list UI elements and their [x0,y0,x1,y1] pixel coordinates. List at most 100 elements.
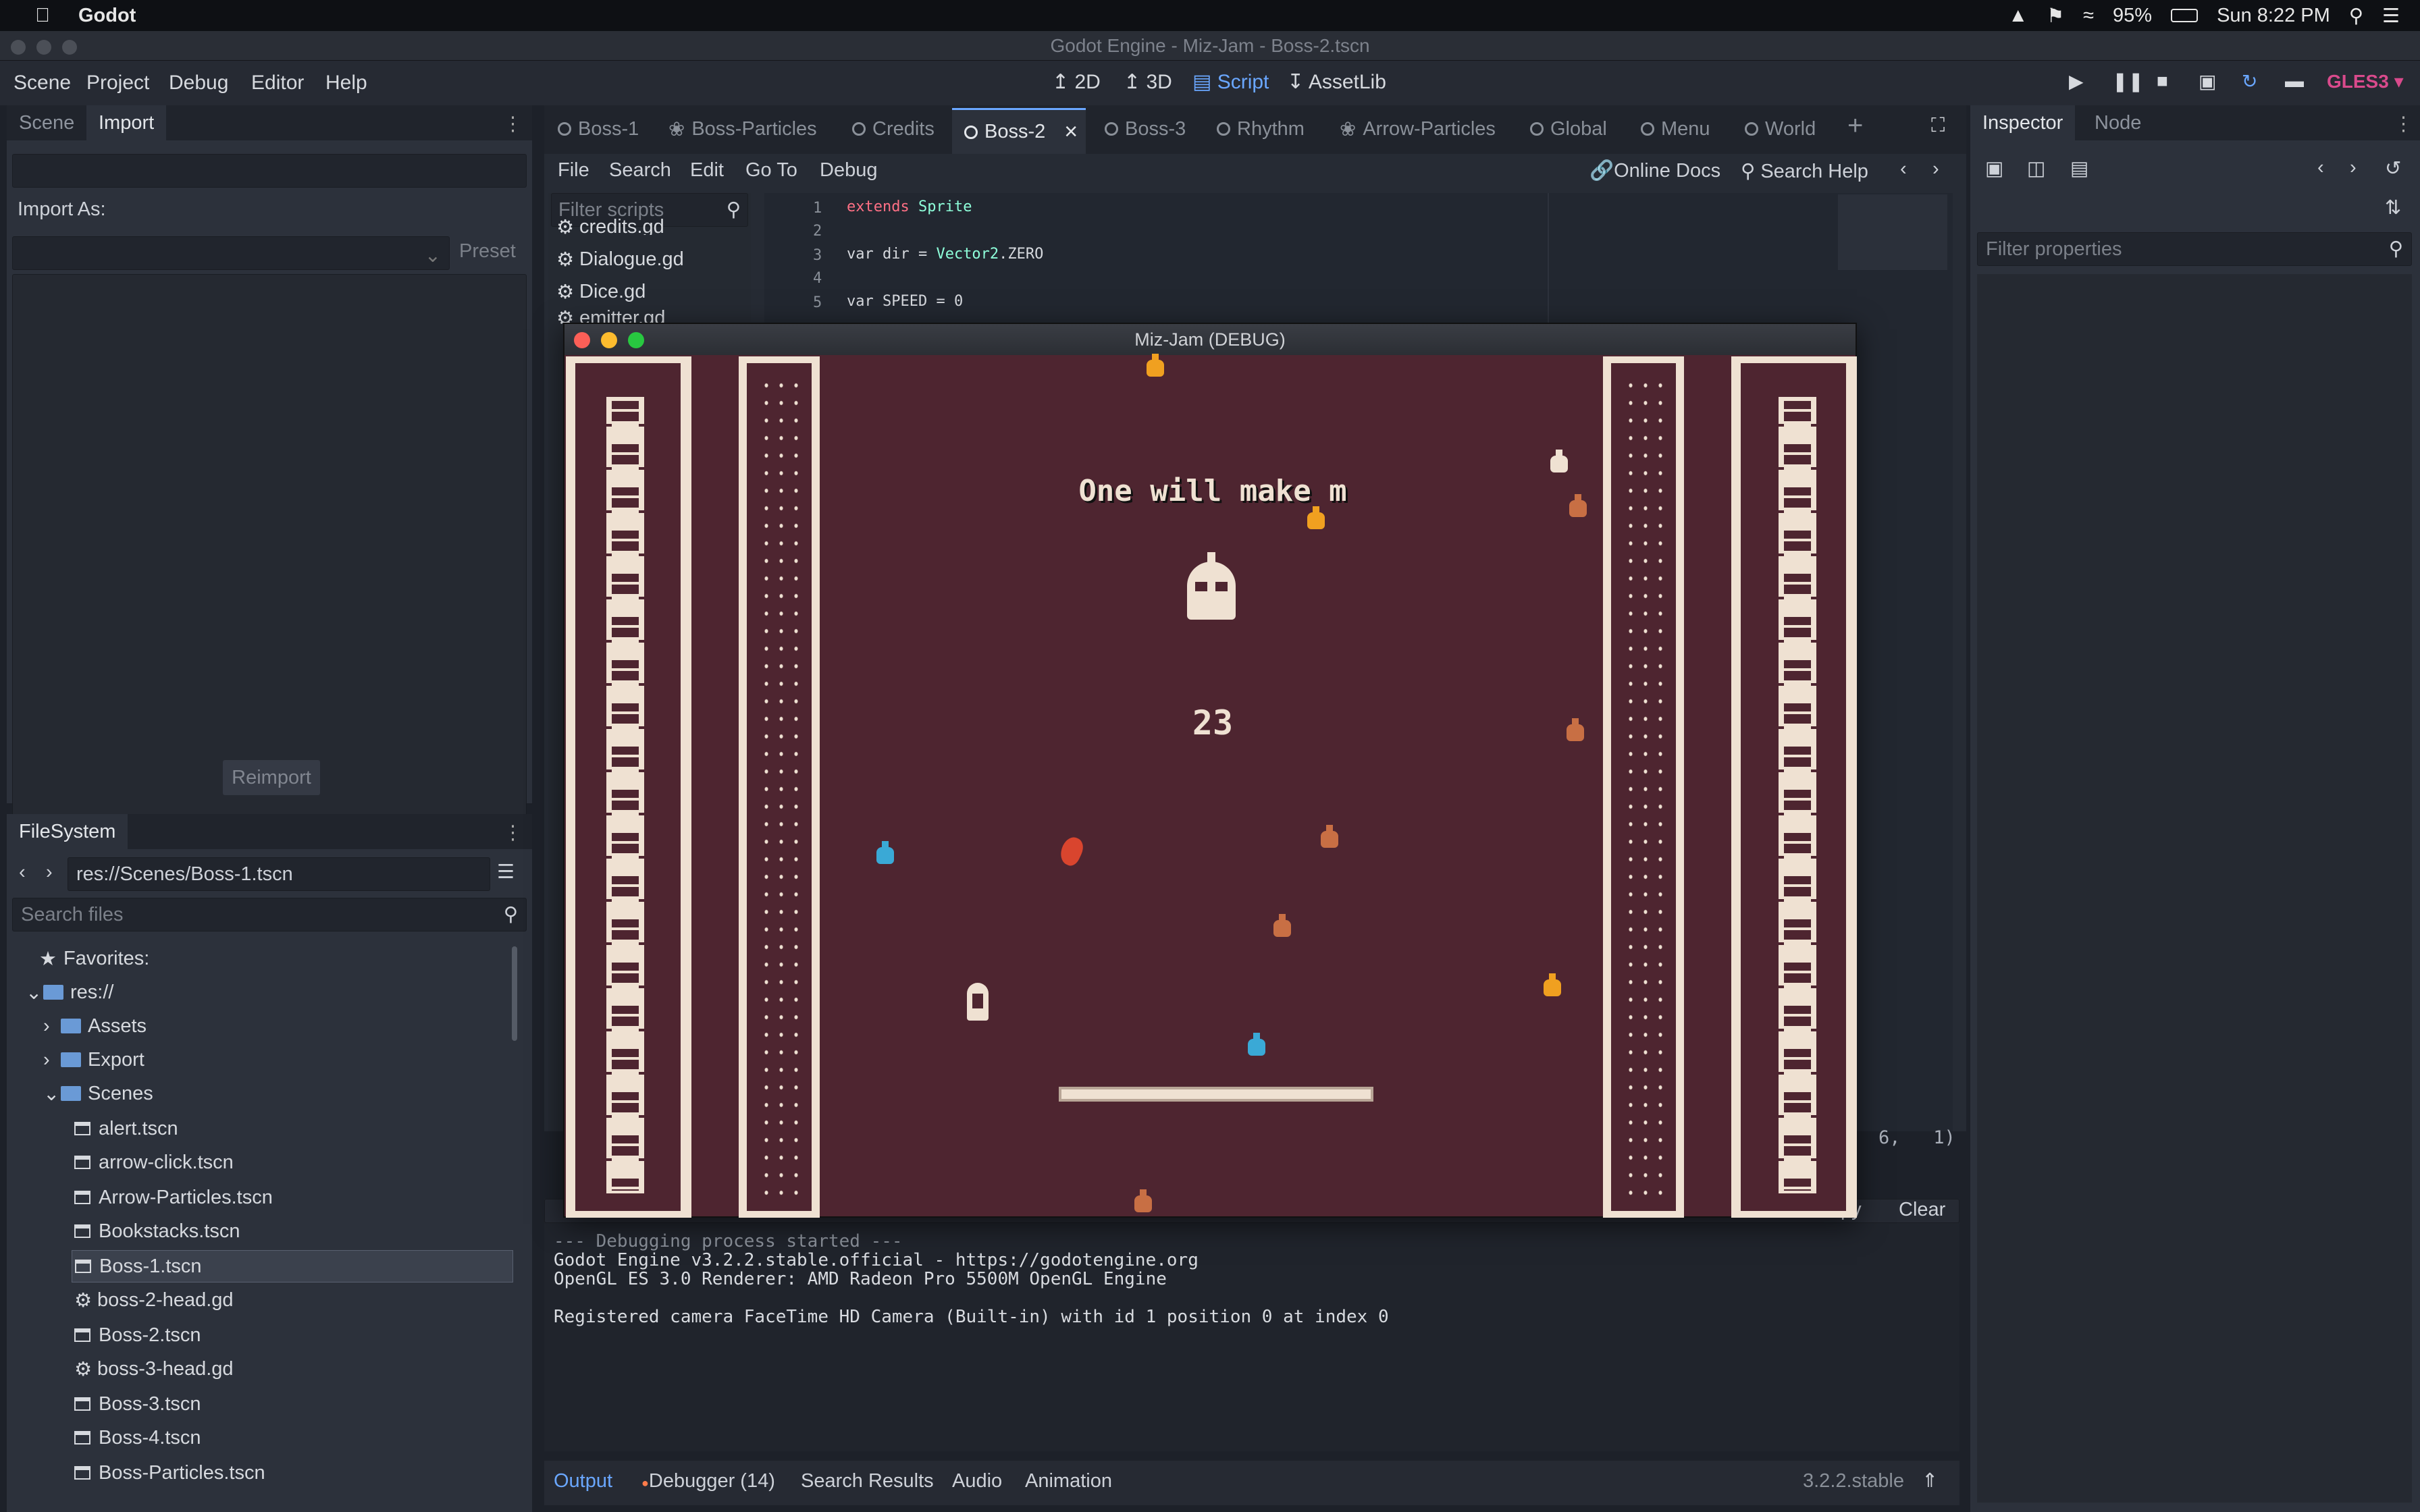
split-mode-icon[interactable]: ☰ [497,860,515,884]
pause-icon[interactable]: ❚❚ [2112,70,2144,92]
file-row[interactable]: alert.tscn [74,1112,178,1145]
file-row[interactable]: ⚙ boss-3-head.gd [74,1353,234,1385]
workspace-3d[interactable]: ↥ 3D [1124,70,1172,94]
import-file-field[interactable] [12,154,527,188]
tab-animation[interactable]: Animation [1025,1470,1112,1492]
script-menu-edit[interactable]: Edit [690,159,724,182]
clear-button[interactable]: Clear [1899,1199,1945,1221]
scene-tab[interactable]: ❀ Boss-Particles [668,108,817,150]
wifi-icon[interactable]: ≈ [2083,5,2094,27]
tab-search-results[interactable]: Search Results [801,1470,934,1492]
file-row-selected[interactable]: Boss-1.tscn [72,1250,513,1282]
script-item[interactable]: ⚙ credits.gd [556,219,664,235]
filter-properties-input[interactable]: Filter properties ⚲ [1977,232,2412,266]
search-icon[interactable]: ⚲ [2349,4,2363,28]
tab-import[interactable]: Import [86,105,167,140]
scene-tab[interactable]: Boss-3 [1105,108,1186,150]
tab-audio[interactable]: Audio [952,1470,1002,1492]
scene-tab[interactable]: Global [1530,108,1607,150]
app-name[interactable]: Godot [78,5,136,27]
flag-icon[interactable]: ⚑ [2047,4,2064,28]
scene-tab[interactable]: Credits [852,108,935,150]
add-tab-icon[interactable]: + [1847,111,1863,141]
import-as-select[interactable]: ⌄ [12,236,450,270]
menu-editor[interactable]: Editor [251,72,304,94]
folder-scenes[interactable]: ⌄ Scenes [43,1077,153,1110]
menu-debug[interactable]: Debug [169,72,228,94]
fs-path-field[interactable]: res://Scenes/Boss-1.tscn [68,857,490,891]
menu-project[interactable]: Project [86,72,149,94]
script-menu-debug[interactable]: Debug [820,159,877,182]
history-icon[interactable]: ↺ [2385,157,2401,180]
scene-tab[interactable]: Menu [1641,108,1710,150]
close-icon[interactable]: × [1064,119,1078,145]
battery-text[interactable]: 95% [2113,5,2152,27]
next-script-icon[interactable]: › [1932,158,1939,180]
favorites-row[interactable]: ★ Favorites: [39,942,149,975]
preset-button[interactable]: Preset [459,240,516,263]
workspace-assetlib[interactable]: ↧ AssetLib [1287,70,1386,94]
battery-icon[interactable] [2171,9,2199,22]
file-row[interactable]: Boss-4.tscn [74,1422,201,1454]
scene-tab[interactable]: ❀ Arrow-Particles [1340,108,1496,150]
file-row[interactable]: arrow-click.tscn [74,1146,234,1179]
code-minimap[interactable] [1838,194,1947,270]
tab-filesystem[interactable]: FileSystem [7,814,128,849]
script-item[interactable]: ⚙ Dice.gd [556,275,646,308]
file-row[interactable]: Arrow-Particles.tscn [74,1181,273,1214]
dock-menu-icon[interactable]: ⋮ [503,112,523,136]
file-row[interactable]: ⚙ boss-2-head.gd [74,1284,234,1316]
save-icon[interactable]: ▤ [2070,157,2088,180]
dock-menu-icon[interactable]: ⋮ [2394,112,2413,136]
apple-icon[interactable]:  [27,5,58,27]
menu-help[interactable]: Help [325,72,367,94]
html5-icon[interactable]: ▣ [2199,70,2216,92]
menu-scene[interactable]: Scene [14,72,71,94]
zoom-window-button[interactable] [628,332,644,348]
stop-icon[interactable]: ■ [2157,70,2168,92]
object-properties-icon[interactable]: ⇅ [2385,196,2401,219]
script-menu-goto[interactable]: Go To [745,159,797,182]
history-forward-icon[interactable]: › [2350,157,2357,179]
distraction-free-icon[interactable]: ⛶ [1931,115,1945,137]
scene-tab-active[interactable]: Boss-2 × [952,108,1086,154]
expand-panel-icon[interactable]: ⇑ [1922,1469,1938,1492]
fs-search-input[interactable]: Search files ⚲ [12,898,527,932]
workspace-script[interactable]: ▤ Script [1192,70,1269,94]
play-icon[interactable]: ▶ [2069,70,2084,92]
renderer-select[interactable]: GLES3 ▾ [2327,70,2404,92]
script-menu-search[interactable]: Search [609,159,671,182]
script-item[interactable]: ⚙ Dialogue.gd [556,243,684,275]
open-folder-icon[interactable]: ◫ [2027,157,2045,180]
tab-output[interactable]: Output [554,1470,612,1492]
search-help-button[interactable]: ⚲ Search Help [1741,159,1868,183]
tab-scene[interactable]: Scene [7,105,86,140]
scene-tab[interactable]: Boss-1 [558,108,639,150]
file-row[interactable]: Boss-2.tscn [74,1319,201,1351]
forward-icon[interactable]: › [46,861,53,884]
reload-icon[interactable]: ↻ [2242,70,2257,92]
vlc-icon[interactable]: ▲ [2008,5,2028,27]
history-back-icon[interactable]: ‹ [2317,157,2324,179]
movie-icon[interactable]: ▬ [2285,70,2304,92]
new-resource-icon[interactable]: ▣ [1985,157,2003,180]
scene-tab[interactable]: Rhythm [1217,108,1305,150]
close-window-button[interactable] [574,332,590,348]
folder-export[interactable]: › Export [43,1044,144,1076]
file-row[interactable]: Bookstacks.tscn [74,1215,240,1247]
tab-debugger[interactable]: ●Debugger (14) [641,1470,775,1492]
clock[interactable]: Sun 8:22 PM [2217,5,2330,27]
game-debug-window[interactable]: Miz-Jam (DEBUG) One will make m 23 [563,323,1857,1218]
dock-menu-icon[interactable]: ⋮ [503,821,523,844]
tab-inspector[interactable]: Inspector [1970,105,2076,140]
res-root-row[interactable]: ⌄ res:// [26,976,113,1008]
fs-scrollbar[interactable] [512,946,517,1041]
workspace-2d[interactable]: ↥ 2D [1052,70,1101,94]
file-row[interactable]: Boss-Particles.tscn [74,1457,265,1489]
minimize-window-button[interactable] [601,332,617,348]
script-menu-file[interactable]: File [558,159,589,182]
back-icon[interactable]: ‹ [19,861,26,884]
file-row[interactable]: Boss-3.tscn [74,1388,201,1420]
scene-tab[interactable]: World [1745,108,1816,150]
online-docs-button[interactable]: 🔗Online Docs [1589,159,1720,182]
